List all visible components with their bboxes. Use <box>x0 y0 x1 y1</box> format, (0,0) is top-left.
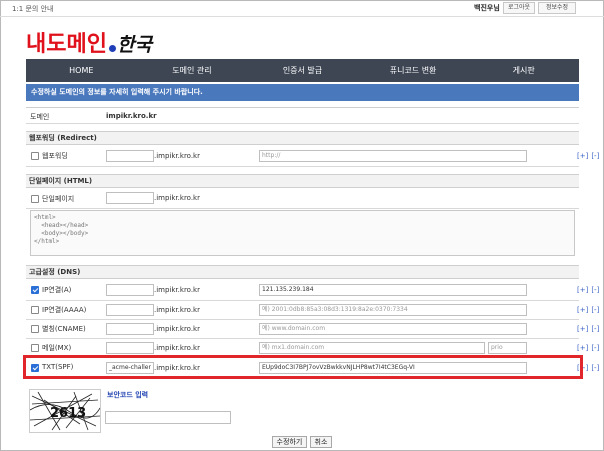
single-page-editor-row: <html> <head></head> <body></body> </htm… <box>26 202 579 264</box>
add-button[interactable]: [+] <box>577 306 588 314</box>
highlight-box <box>23 355 583 379</box>
redirect-label: 웹포워딩 <box>42 152 68 160</box>
record-host-input[interactable] <box>106 323 154 335</box>
dns-record-row: IP연결(AAAA) .impikr.kro.kr 예) 2001:0db8:8… <box>26 301 599 320</box>
redirect-section-title: 웹포워딩 (Redirect) <box>26 131 579 145</box>
redirect-host-input[interactable] <box>106 150 154 162</box>
nav-certificate[interactable]: 인증서 발급 <box>247 59 358 82</box>
record-actions: [+] [-] <box>577 286 602 294</box>
remove-button[interactable]: [-] <box>591 364 599 372</box>
logo-dot-icon <box>108 44 116 52</box>
submit-button[interactable]: 수정하기 <box>271 436 308 448</box>
dns-record-row: 별칭(CNAME) .impikr.kro.kr 예) www.domain.c… <box>26 320 599 339</box>
remove-button[interactable]: [-] <box>591 152 599 160</box>
edit-info-button[interactable]: 정보수정 <box>538 2 576 14</box>
record-checkbox[interactable] <box>31 306 39 314</box>
top-bar: 1:1 문의 안내 백진우님 로그아웃 정보수정 <box>0 0 604 17</box>
mx-priority-input[interactable]: prio <box>488 342 527 354</box>
dns-record-row: IP연결(A) .impikr.kro.kr 121.135.239.184 [… <box>26 280 599 301</box>
nav-home[interactable]: HOME <box>26 59 137 82</box>
captcha-label: 보안코드 입력 <box>107 391 149 399</box>
captcha-code: 2613 <box>50 406 86 421</box>
nav-punycode[interactable]: 퓨니코드 변환 <box>358 59 469 82</box>
record-suffix: .impikr.kro.kr <box>154 325 200 333</box>
notice-banner: 수정하실 도메인의 정보를 자세히 입력해 주시기 바랍니다. <box>26 84 579 101</box>
add-button[interactable]: [+] <box>577 152 588 160</box>
record-value-input[interactable]: 121.135.239.184 <box>259 284 527 296</box>
domain-label: 도메인 <box>30 113 50 121</box>
record-type-label: 메일(MX) <box>42 344 72 352</box>
record-type-label: IP연결(A) <box>42 286 72 294</box>
redirect-suffix: .impikr.kro.kr <box>154 152 200 160</box>
redirect-actions: [+] [-] <box>577 152 602 160</box>
help-link[interactable]: 1:1 문의 안내 <box>12 4 53 14</box>
record-checkbox[interactable] <box>31 344 39 352</box>
record-checkbox[interactable] <box>31 325 39 333</box>
user-greeting: 백진우님 <box>474 4 500 12</box>
add-button[interactable]: [+] <box>577 325 588 333</box>
nav-domain-manage[interactable]: 도메인 관리 <box>137 59 248 82</box>
single-page-suffix: .impikr.kro.kr <box>154 194 200 202</box>
add-button[interactable]: [+] <box>577 286 588 294</box>
redirect-url-input[interactable]: http:// <box>259 150 527 162</box>
remove-button[interactable]: [-] <box>591 325 599 333</box>
record-value-input[interactable]: 예) mx1.domain.com <box>259 342 485 354</box>
add-button[interactable]: [+] <box>577 344 588 352</box>
record-suffix: .impikr.kro.kr <box>154 344 200 352</box>
record-checkbox[interactable] <box>31 286 39 294</box>
record-host-input[interactable] <box>106 284 154 296</box>
site-logo[interactable]: 내도메인 한국 <box>26 26 152 57</box>
remove-button[interactable]: [-] <box>591 286 599 294</box>
dns-section-title: 고급설정 (DNS) <box>26 265 579 279</box>
record-suffix: .impikr.kro.kr <box>154 306 200 314</box>
main-nav: HOME 도메인 관리 인증서 발급 퓨니코드 변환 게시판 <box>26 59 579 82</box>
record-host-input[interactable] <box>106 342 154 354</box>
nav-board[interactable]: 게시판 <box>468 59 579 82</box>
remove-button[interactable]: [-] <box>591 344 599 352</box>
record-actions: [+] [-] <box>577 325 602 333</box>
record-value-input[interactable]: 예) www.domain.com <box>259 323 527 335</box>
domain-row: 도메인 impikr.kro.kr <box>26 107 579 124</box>
record-type-label: IP연결(AAAA) <box>42 306 87 314</box>
form-buttons: 수정하기 취소 <box>0 436 604 448</box>
html-editor-textarea[interactable]: <html> <head></head> <body></body> </htm… <box>30 210 575 256</box>
captcha-image: 2613 <box>29 389 101 433</box>
record-type-label: 별칭(CNAME) <box>42 325 86 333</box>
record-host-input[interactable] <box>106 304 154 316</box>
record-suffix: .impikr.kro.kr <box>154 286 200 294</box>
logo-text-black: 한국 <box>116 34 152 56</box>
cancel-button[interactable]: 취소 <box>309 436 333 448</box>
captcha-input[interactable] <box>105 411 231 424</box>
domain-value: impikr.kro.kr <box>106 112 157 120</box>
remove-button[interactable]: [-] <box>591 306 599 314</box>
record-value-input[interactable]: 예) 2001:0db8:85a3:08d3:1319:8a2e:0370:73… <box>259 304 527 316</box>
single-page-section-title: 단일페이지 (HTML) <box>26 174 579 188</box>
logout-button[interactable]: 로그아웃 <box>503 2 535 14</box>
record-actions: [+] [-] <box>577 344 602 352</box>
record-actions: [+] [-] <box>577 306 602 314</box>
redirect-row: 웹포워딩 .impikr.kro.kr http:// [+] [-] <box>26 145 599 167</box>
redirect-checkbox[interactable] <box>31 152 39 160</box>
logo-text-red: 내도메인 <box>26 31 107 57</box>
